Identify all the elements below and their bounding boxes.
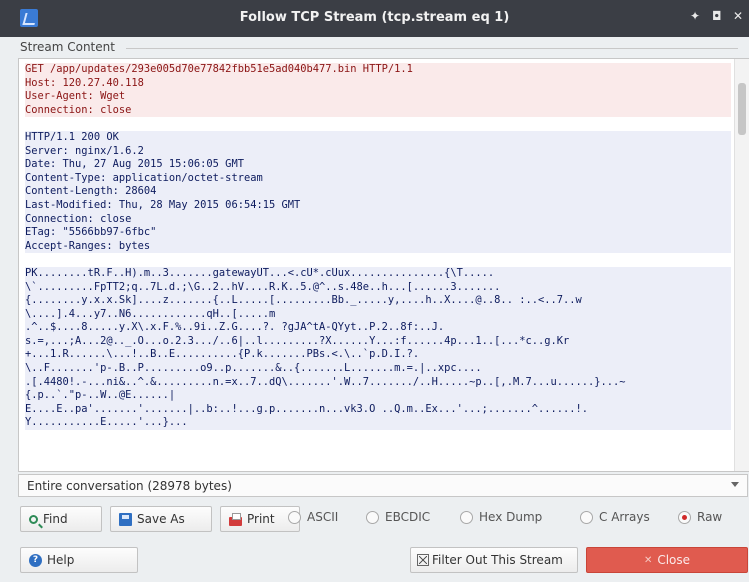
server-body-line: +...1.R......\...!..B..E..........{P.k..… <box>25 348 731 363</box>
server-headers-line: Last-Modified: Thu, 28 May 2015 06:54:15… <box>25 198 731 213</box>
radio-ebcdic-circle[interactable] <box>366 510 379 524</box>
server-body-line: {.p..`."p-..W..@E......| <box>25 389 731 403</box>
find-button[interactable]: Find <box>20 506 102 532</box>
stream-text: GET /app/updates/293e005d70e77842fbb51e5… <box>25 63 731 431</box>
print-button-label: Print <box>247 512 275 526</box>
server-body-line: s.=,...;A...2@.._.O...o.2.3.../..6|..l..… <box>25 334 731 349</box>
radio-ascii[interactable]: ASCII <box>288 510 338 524</box>
server-body-line: E....E..pa'.......'.......|..b:..!...g.p… <box>25 402 731 417</box>
stream-toolbar: Find Save As Print ASCII EBCDIC Hex Dump… <box>18 506 748 532</box>
stream-content-label: Stream Content <box>20 40 115 54</box>
chevron-down-icon <box>731 482 739 487</box>
server-headers-line: ETag: "5566bb97-6fbc" <box>25 226 731 240</box>
server-headers-line: Connection: close <box>25 212 731 227</box>
title-bar: Follow TCP Stream (tcp.stream eq 1) ✦ ◘ … <box>0 0 749 37</box>
radio-hex-dump-circle[interactable] <box>460 510 473 524</box>
close-icon[interactable]: ✕ <box>733 9 743 23</box>
radio-raw-circle[interactable] <box>678 510 691 524</box>
radio-c-arrays-label: C Arrays <box>599 510 650 524</box>
radio-ascii-circle[interactable] <box>288 510 301 524</box>
radio-hex-dump-label: Hex Dump <box>479 510 543 524</box>
radio-raw[interactable]: Raw <box>678 510 722 524</box>
help-button-label: Help <box>47 553 75 567</box>
find-icon <box>29 514 38 524</box>
radio-ebcdic-label: EBCDIC <box>385 510 431 524</box>
save-as-button-label: Save As <box>137 512 185 526</box>
close-button-label: Close <box>657 553 691 567</box>
client-line: Host: 120.27.40.118 <box>25 76 731 91</box>
help-button[interactable]: ? Help <box>20 547 138 573</box>
close-x-icon: ✕ <box>643 554 653 566</box>
scrollbar-thumb[interactable] <box>738 83 746 135</box>
print-icon <box>229 512 242 526</box>
group-divider <box>126 48 738 49</box>
radio-raw-label: Raw <box>697 510 723 524</box>
radio-c-arrays-circle[interactable] <box>580 510 593 524</box>
server-headers-line: Accept-Ranges: bytes <box>25 239 731 254</box>
server-headers-line: Server: nginx/1.6.2 <box>25 144 731 159</box>
maximize-icon[interactable]: ◘ <box>712 9 722 23</box>
server-body-line: .[.4480!.-...ni&..^.&.........n.=x..7..d… <box>25 375 731 390</box>
conversation-select-value: Entire conversation (28978 bytes) <box>27 478 232 493</box>
conversation-select[interactable]: Entire conversation (28978 bytes) <box>18 474 748 497</box>
server-body-line: \..F.......'p-.B..P.........o9..p.......… <box>25 362 731 376</box>
client-line: User-Agent: Wget <box>25 90 731 104</box>
filter-out-stream-label: Filter Out This Stream <box>432 553 563 567</box>
server-body-line: .^..$....8.....y.X\.x.F.%..9i..Z.G....?.… <box>25 321 731 335</box>
client-line: GET /app/updates/293e005d70e77842fbb51e5… <box>25 63 731 77</box>
radio-hex-dump[interactable]: Hex Dump <box>460 510 542 524</box>
help-icon: ? <box>29 553 42 567</box>
pin-icon[interactable]: ✦ <box>690 9 700 23</box>
server-body-line: \....].4...y7..N6............qH..[.....m <box>25 307 731 322</box>
server-headers-line: Content-Type: application/octet-stream <box>25 171 731 186</box>
server-headers-line: Content-Length: 28604 <box>25 185 731 199</box>
radio-ascii-label: ASCII <box>307 510 339 524</box>
stream-content-area[interactable]: GET /app/updates/293e005d70e77842fbb51e5… <box>18 58 749 472</box>
save-icon <box>119 512 132 526</box>
server-body-line: Y...........E.....'...}... <box>25 416 731 431</box>
server-headers-line: HTTP/1.1 200 OK <box>25 130 731 145</box>
server-body-line: \`.........FpTT2;q..7L.d.;\G..2..hV....R… <box>25 280 731 295</box>
vertical-scrollbar[interactable] <box>734 59 749 471</box>
server-headers-line: Date: Thu, 27 Aug 2015 15:06:05 GMT <box>25 158 731 172</box>
filter-out-stream-button[interactable]: Filter Out This Stream <box>410 547 578 573</box>
radio-c-arrays[interactable]: C Arrays <box>580 510 650 524</box>
server-body-line: PK........tR.F..H).m..3.......gatewayUT.… <box>25 266 731 281</box>
dialog-buttons: ? Help Filter Out This Stream ✕ Close <box>18 546 748 574</box>
find-button-label: Find <box>43 512 68 526</box>
radio-ebcdic[interactable]: EBCDIC <box>366 510 430 524</box>
client-line: Connection: close <box>25 103 731 118</box>
window-title: Follow TCP Stream (tcp.stream eq 1) <box>239 10 510 25</box>
close-button[interactable]: ✕ Close <box>586 547 748 573</box>
save-as-button[interactable]: Save As <box>110 506 212 532</box>
filter-icon <box>417 554 429 566</box>
server-body-line: {........y.x.x.Sk]....z.......{..L.....[… <box>25 294 731 308</box>
